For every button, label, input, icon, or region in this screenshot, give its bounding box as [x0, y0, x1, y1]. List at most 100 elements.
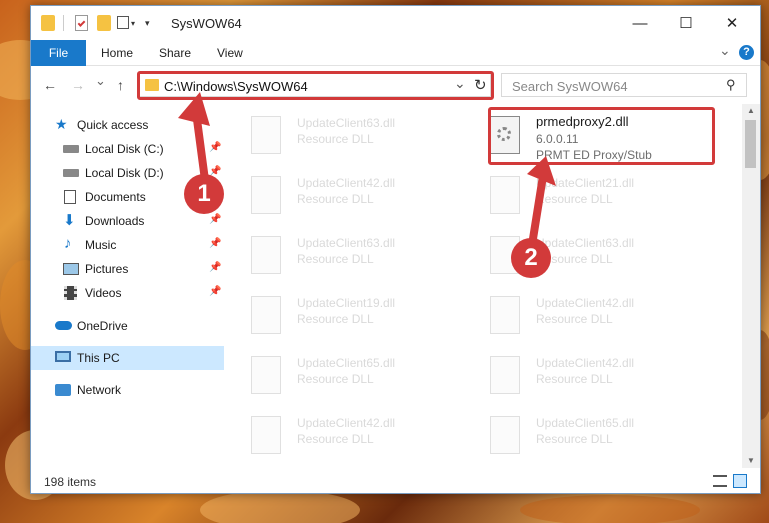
- sidebar-item-label: Pictures: [85, 262, 129, 276]
- sidebar-item-onedrive[interactable]: OneDrive: [31, 314, 224, 338]
- explorer-window: ▾ ▾ SysWOW64 — ☐ ✕ File Home Share View …: [30, 5, 761, 494]
- file-name: UpdateClient19.dll: [297, 296, 396, 310]
- file-name: UpdateClient65.dll: [536, 416, 635, 430]
- file-item[interactable]: UpdateClient65.dll Resource DLL: [490, 410, 720, 460]
- ribbon-expand-icon[interactable]: ⌄: [719, 42, 731, 59]
- background-leaf: [520, 495, 700, 523]
- file-item[interactable]: UpdateClient65.dll Resource DLL: [251, 350, 481, 400]
- scrollbar-thumb[interactable]: [745, 120, 756, 168]
- help-icon[interactable]: ?: [739, 45, 754, 60]
- new-folder-icon[interactable]: [97, 15, 111, 31]
- file-name: UpdateClient63.dll: [536, 236, 635, 250]
- file-item[interactable]: UpdateClient42.dll Resource DLL: [490, 290, 720, 340]
- tab-home[interactable]: Home: [101, 46, 133, 60]
- vertical-scrollbar[interactable]: ▲ ▼: [742, 104, 760, 468]
- dll-file-icon: [490, 416, 520, 454]
- music-icon: ♪: [64, 235, 72, 252]
- separator: [63, 15, 64, 31]
- dll-file-icon: [490, 296, 520, 334]
- close-button[interactable]: ✕: [709, 6, 755, 40]
- large-icons-view-icon[interactable]: [733, 474, 747, 488]
- address-bar-highlight: [137, 71, 494, 100]
- file-type: Resource DLL: [536, 312, 613, 326]
- title-bar: ▾ ▾ SysWOW64 — ☐ ✕: [31, 6, 760, 40]
- computer-icon: [55, 351, 71, 362]
- tab-file[interactable]: File: [31, 40, 86, 66]
- navigation-pane: ★ Quick access Local Disk (C:) 📌 Local D…: [31, 104, 224, 468]
- dll-file-icon: [251, 236, 281, 274]
- tab-share[interactable]: Share: [159, 46, 191, 60]
- file-item[interactable]: UpdateClient42.dll Resource DLL: [251, 410, 481, 460]
- file-name: UpdateClient65.dll: [297, 356, 396, 370]
- pin-icon[interactable]: 📌: [209, 238, 221, 249]
- up-button[interactable]: ↑: [117, 77, 124, 93]
- scroll-up-icon[interactable]: ▲: [747, 106, 755, 115]
- sidebar-item-quick-access[interactable]: ★ Quick access: [31, 113, 224, 137]
- forward-button[interactable]: →: [71, 77, 85, 93]
- pin-icon[interactable]: 📌: [209, 214, 221, 225]
- step-2-badge: 2: [511, 238, 551, 278]
- file-item[interactable]: UpdateClient63.dll Resource DLL: [251, 110, 481, 160]
- scroll-down-icon[interactable]: ▼: [747, 456, 755, 465]
- details-view-icon[interactable]: [713, 475, 727, 487]
- file-type: Resource DLL: [297, 372, 374, 386]
- pin-icon[interactable]: 📌: [209, 286, 221, 297]
- file-type: Resource DLL: [536, 432, 613, 446]
- dll-file-icon: [251, 296, 281, 334]
- star-icon: ★: [55, 116, 68, 132]
- dll-file-icon: [251, 116, 281, 154]
- sidebar-item-music[interactable]: ♪ Music 📌: [31, 233, 224, 257]
- folder-icon[interactable]: [41, 15, 55, 31]
- sidebar-item-network[interactable]: Network: [31, 378, 224, 402]
- file-name: UpdateClient42.dll: [536, 356, 635, 370]
- file-type: Resource DLL: [297, 252, 374, 266]
- search-box[interactable]: Search SysWOW64 ⚲: [501, 73, 747, 97]
- sidebar-item-label: Quick access: [77, 118, 149, 132]
- sidebar-item-label: This PC: [77, 351, 120, 365]
- file-item[interactable]: UpdateClient42.dll Resource DLL: [490, 350, 720, 400]
- document-icon: [64, 190, 76, 204]
- dll-file-icon: [251, 176, 281, 214]
- sidebar-item-pictures[interactable]: Pictures 📌: [31, 257, 224, 281]
- file-type: Resource DLL: [297, 192, 374, 206]
- sidebar-item-local-disk-c[interactable]: Local Disk (C:) 📌: [31, 137, 224, 161]
- file-type: Resource DLL: [297, 432, 374, 446]
- sidebar-item-label: Network: [77, 383, 122, 397]
- back-button[interactable]: ←: [43, 77, 57, 93]
- sidebar-item-videos[interactable]: Videos 📌: [31, 281, 224, 305]
- file-item[interactable]: UpdateClient63.dll Resource DLL: [251, 230, 481, 280]
- sidebar-item-label: Local Disk (D:): [85, 166, 164, 180]
- file-item[interactable]: UpdateClient21.dll Resource DLL: [490, 170, 720, 220]
- file-name: UpdateClient63.dll: [297, 116, 396, 130]
- file-item[interactable]: UpdateClient42.dll Resource DLL: [251, 170, 481, 220]
- sidebar-item-downloads[interactable]: ⬇ Downloads 📌: [31, 209, 224, 233]
- file-type: Resource DLL: [297, 312, 374, 326]
- sidebar-item-label: OneDrive: [77, 319, 128, 333]
- window-title: SysWOW64: [171, 16, 242, 31]
- qat-dropdown-icon[interactable]: ▾: [145, 18, 150, 29]
- pin-icon[interactable]: 📌: [209, 262, 221, 273]
- tab-view[interactable]: View: [217, 46, 243, 60]
- maximize-button[interactable]: ☐: [663, 6, 709, 40]
- sidebar-item-label: Local Disk (C:): [85, 142, 164, 156]
- pin-icon[interactable]: 📌: [209, 142, 221, 153]
- search-icon[interactable]: ⚲: [726, 77, 736, 93]
- sidebar-item-this-pc[interactable]: This PC: [31, 346, 224, 370]
- file-highlight: [488, 107, 715, 165]
- dll-file-icon: [490, 176, 520, 214]
- recent-locations-button[interactable]: ⌄: [95, 73, 106, 89]
- dll-file-icon: [490, 356, 520, 394]
- download-icon: ⬇: [63, 212, 76, 229]
- minimize-button[interactable]: —: [617, 6, 663, 40]
- properties-icon[interactable]: [75, 15, 88, 31]
- file-name: UpdateClient42.dll: [297, 176, 396, 190]
- status-bar: 198 items: [31, 468, 760, 493]
- background-leaf: [200, 490, 360, 523]
- dll-file-icon: [251, 416, 281, 454]
- search-input[interactable]: Search SysWOW64: [512, 79, 628, 94]
- file-name: UpdateClient42.dll: [297, 416, 396, 430]
- item-count: 198 items: [44, 475, 97, 489]
- network-icon: [55, 384, 71, 396]
- customize-toolbar-icon[interactable]: ▾: [117, 15, 139, 31]
- file-item[interactable]: UpdateClient19.dll Resource DLL: [251, 290, 481, 340]
